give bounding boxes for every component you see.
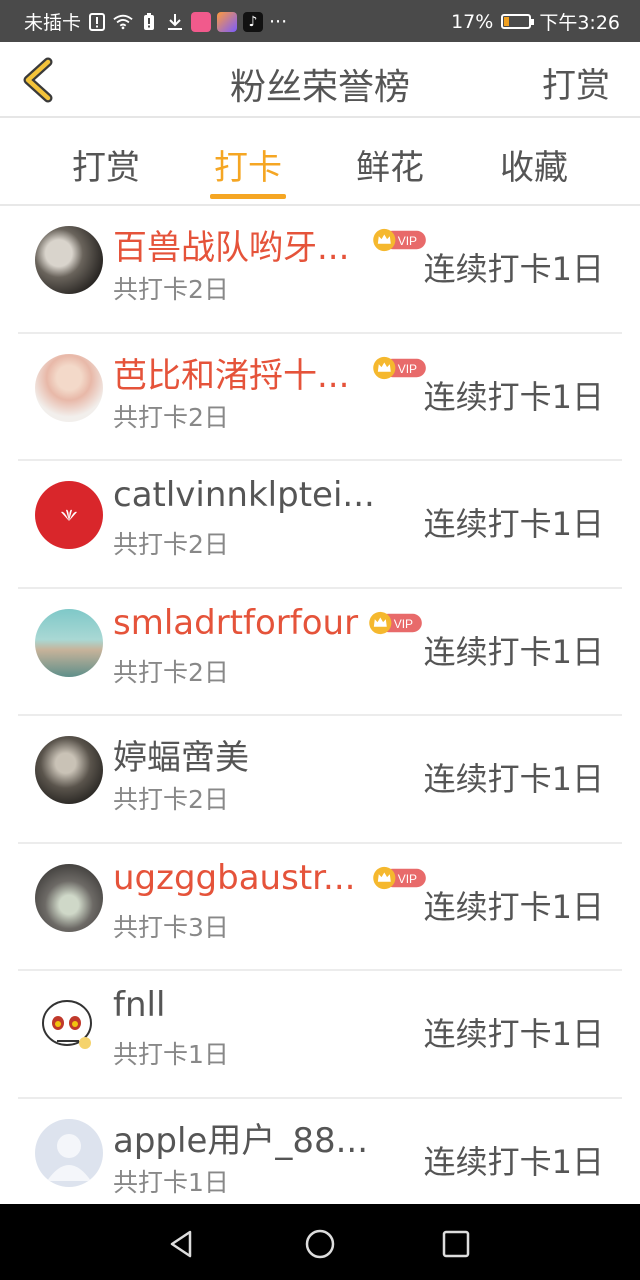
total-checkins: 共打卡2日: [113, 530, 229, 559]
sim-alert-icon: [87, 11, 107, 33]
huawei-logo-icon: [61, 509, 77, 521]
wifi-icon: [113, 11, 133, 33]
list-item[interactable]: catlvinnklptei... 共打卡2日 连续打卡1日: [18, 461, 622, 589]
streak-text: 连续打卡1日: [423, 377, 604, 416]
avatar: [35, 608, 103, 677]
fan-name: 百兽战队哟牙...: [113, 228, 350, 268]
list-item[interactable]: 婷蝠啻美 共打卡2日 连续打卡1日: [18, 716, 622, 844]
streak-text: 连续打卡1日: [423, 505, 604, 543]
vip-badge: VIP: [369, 611, 422, 634]
clock: 下午3:26: [539, 12, 620, 34]
app-notification-icon: [217, 11, 238, 32]
tab-reward[interactable]: 打赏: [46, 140, 166, 189]
recents-square-icon[interactable]: [440, 1228, 472, 1260]
total-checkins: 共打卡1日: [113, 1167, 229, 1197]
active-tab-indicator: [210, 194, 286, 199]
carrier-text: 未插卡: [24, 12, 82, 34]
default-user-icon: [47, 1133, 91, 1181]
header-bar: 粉丝荣誉榜 打赏: [0, 42, 640, 118]
streak-text: 连续打卡1日: [423, 1142, 604, 1181]
vip-badge: VIP: [373, 866, 426, 889]
avatar: [35, 736, 103, 804]
list-item[interactable]: ugzggbaustr... VIP 共打卡3日 连续打卡1日: [18, 844, 622, 971]
system-navigation-bar: [0, 1204, 640, 1280]
status-bar: 未插卡 ♪ ··· 17% 下午3:26: [0, 0, 640, 42]
fan-name: 芭比和渚捋十...: [113, 355, 350, 396]
svg-text:VIP: VIP: [398, 872, 417, 886]
svg-text:VIP: VIP: [398, 234, 417, 248]
home-circle-icon[interactable]: [304, 1228, 336, 1260]
fan-name: catlvinnklptei...: [113, 475, 375, 515]
more-notifications-icon: ···: [269, 10, 288, 33]
list-item[interactable]: smladrtforfour VIP 共打卡2日 连续打卡1日: [18, 589, 622, 716]
streak-text: 连续打卡1日: [423, 760, 604, 798]
fan-name: 婷蝠啻美: [113, 738, 249, 778]
total-checkins: 共打卡2日: [113, 402, 229, 432]
cartoon-skull-avatar-icon: [42, 1000, 92, 1049]
battery-percent: 17%: [451, 10, 494, 33]
battery-alert-icon: [139, 11, 159, 33]
avatar: [35, 991, 103, 1059]
download-icon: [165, 11, 185, 33]
svg-text:VIP: VIP: [398, 362, 417, 376]
back-triangle-icon[interactable]: [166, 1228, 198, 1260]
streak-text: 连续打卡1日: [423, 632, 604, 671]
battery-icon: [501, 14, 535, 29]
total-checkins: 共打卡2日: [113, 657, 229, 687]
avatar: [35, 863, 103, 932]
fan-name: ugzggbaustr...: [113, 857, 356, 898]
streak-text: 连续打卡1日: [423, 250, 604, 288]
list-item[interactable]: 芭比和渚捋十... VIP 共打卡2日 连续打卡1日: [18, 334, 622, 461]
tab-favorites[interactable]: 收藏: [474, 140, 594, 189]
tiktok-icon: ♪: [243, 11, 264, 32]
streak-text: 连续打卡1日: [423, 887, 604, 926]
svg-text:VIP: VIP: [394, 617, 413, 631]
fan-name: smladrtforfour: [113, 602, 359, 643]
tab-flowers[interactable]: 鲜花: [330, 140, 450, 189]
app-notification-icon: [191, 11, 212, 32]
avatar: [35, 226, 103, 294]
total-checkins: 共打卡2日: [113, 275, 229, 304]
avatar: [35, 481, 103, 549]
avatar: [35, 1118, 103, 1187]
total-checkins: 共打卡3日: [113, 912, 229, 942]
fan-name: fnll: [113, 985, 166, 1025]
vip-badge: VIP: [373, 228, 426, 252]
tab-checkin[interactable]: 打卡: [188, 140, 308, 189]
total-checkins: 共打卡1日: [113, 1040, 229, 1069]
total-checkins: 共打卡2日: [113, 785, 229, 814]
vip-badge: VIP: [373, 356, 426, 379]
list-item[interactable]: fnll 共打卡1日 连续打卡1日: [18, 971, 622, 1099]
fan-name: apple用户_88...: [113, 1120, 369, 1161]
avatar: [35, 353, 103, 422]
streak-text: 连续打卡1日: [423, 1015, 604, 1053]
list-item[interactable]: 百兽战队哟牙... VIP 共打卡2日 连续打卡1日: [18, 206, 622, 334]
reward-button[interactable]: 打赏: [542, 58, 610, 107]
fan-list: 百兽战队哟牙... VIP 共打卡2日 连续打卡1日 芭比和渚捋十... VIP…: [0, 206, 640, 1226]
tab-bar: 打赏 打卡 鲜花 收藏: [0, 118, 640, 206]
